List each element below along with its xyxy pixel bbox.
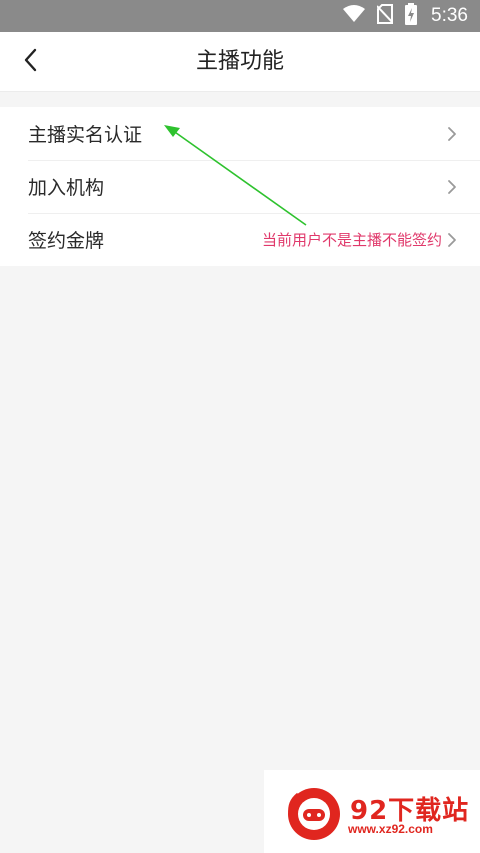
menu-item-label: 加入机构 [28, 177, 105, 199]
status-icons: 5:36 [343, 0, 468, 32]
no-sim-icon [376, 4, 394, 28]
status-bar: 5:36 [0, 0, 480, 32]
menu-item-label: 主播实名认证 [28, 124, 143, 146]
chevron-right-icon [448, 232, 456, 247]
watermark: 92下载站 www.xz92.com [264, 770, 480, 853]
chevron-left-icon [23, 48, 37, 76]
menu-item-label: 签约金牌 [28, 230, 105, 252]
screen: 5:36 主播功能 主播实名认证 加入机构 签约金牌 当前用户不是主播不能签约 [0, 0, 480, 853]
chevron-right-icon [448, 179, 456, 194]
watermark-url: www.xz92.com [348, 822, 433, 836]
status-time: 5:36 [431, 5, 468, 26]
page-title: 主播功能 [195, 49, 284, 74]
wifi-icon [343, 5, 366, 27]
app-header: 主播功能 [0, 32, 480, 92]
menu-item-real-name-auth[interactable]: 主播实名认证 [0, 107, 480, 160]
menu-list: 主播实名认证 加入机构 签约金牌 当前用户不是主播不能签约 [0, 107, 480, 266]
menu-item-join-agency[interactable]: 加入机构 [0, 160, 480, 213]
menu-item-note: 当前用户不是主播不能签约 [261, 231, 442, 249]
back-button[interactable] [12, 44, 48, 80]
chevron-right-icon [448, 126, 456, 141]
battery-charging-icon [405, 3, 418, 29]
menu-item-sign-gold[interactable]: 签约金牌 当前用户不是主播不能签约 [0, 213, 480, 266]
watermark-logo-icon [288, 788, 340, 840]
